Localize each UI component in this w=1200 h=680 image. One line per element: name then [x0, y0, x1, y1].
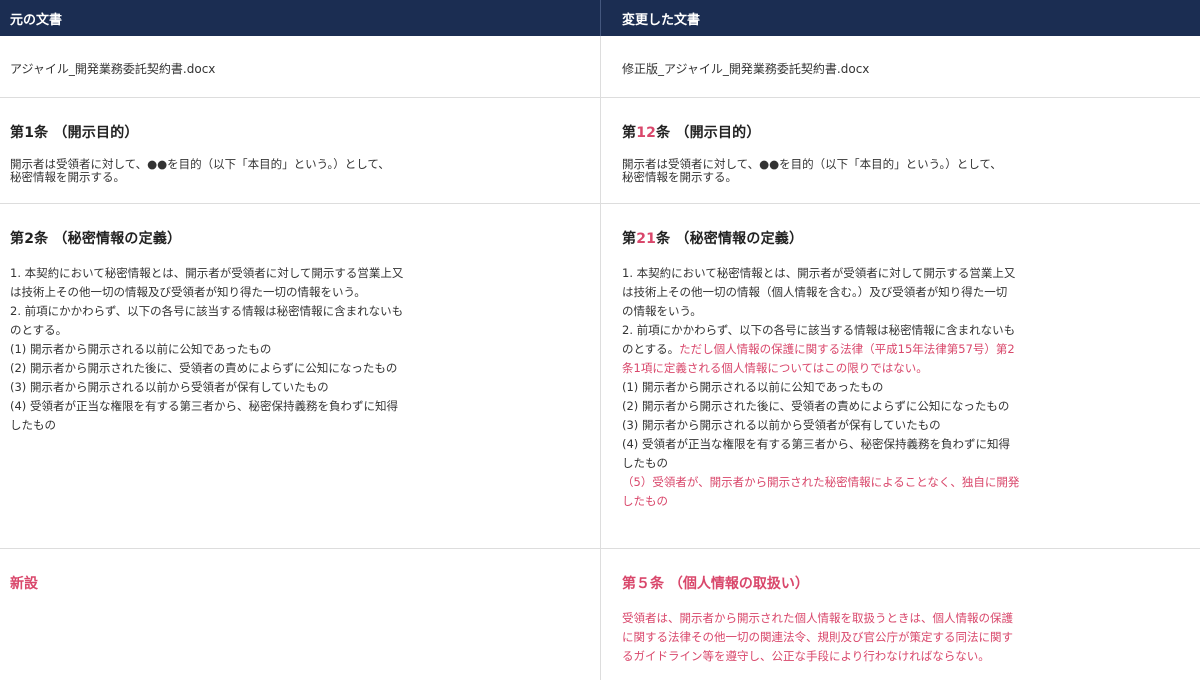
article2-line: のとする。: [10, 323, 68, 337]
article1-line: 秘密情報を開示する。: [622, 170, 737, 184]
article2-row: 第2条 （秘密情報の定義） 1. 本契約において秘密情報とは、開示者が受領者に対…: [0, 204, 1200, 549]
article2-line: (2) 開示者から開示された後に、受領者の責めによらずに公知になったもの: [10, 361, 398, 375]
article2-line: (3) 開示者から開示される以前から受領者が保有していたもの: [622, 418, 941, 432]
inserted-line: したもの: [622, 494, 668, 508]
new-clause-label: 新設: [10, 576, 38, 592]
modified-filename[interactable]: 修正版_アジャイル_開発業務委託契約書.docx: [622, 36, 1070, 77]
comparison-view: 元の文書 変更した文書 アジャイル_開発業務委託契約書.docx 修正版_アジャ…: [0, 0, 1200, 680]
modified-article5-body: 受領者は、開示者から開示された個人情報を取扱うときは、個人情報の保護 に関する法…: [622, 609, 1070, 666]
modified-article2-body: 1. 本契約において秘密情報とは、開示者が受領者に対して開示する営業上又 は技術…: [622, 264, 1070, 511]
article2-line: (1) 開示者から開示される以前に公知であったもの: [622, 380, 884, 394]
modified-article2-title: 第21条 （秘密情報の定義）: [622, 204, 1070, 248]
article2-line: (4) 受領者が正当な権限を有する第三者から、秘密保持義務を負わずに知得: [622, 437, 1010, 451]
modified-column-header: 変更した文書: [600, 0, 1200, 36]
article2-line: 2. 前項にかかわらず、以下の各号に該当する情報は秘密情報に含まれないも: [10, 304, 404, 318]
article5-line: 受領者は、開示者から開示された個人情報を取扱うときは、個人情報の保護: [622, 611, 1013, 625]
plain-text: のとする。: [622, 342, 680, 356]
article2-line: 1. 本契約において秘密情報とは、開示者が受領者に対して開示する営業上又: [10, 266, 404, 280]
modified-article1-title: 第12条 （開示目的）: [622, 98, 1070, 142]
article5-row: 新設 第５条 （個人情報の取扱い） 受領者は、開示者から開示された個人情報を取扱…: [0, 549, 1200, 680]
article5-line: るガイドライン等を遵守し、公正な手段により行わなければならない。: [622, 649, 990, 663]
title-prefix: 第: [622, 125, 637, 141]
title-prefix: 第: [622, 231, 637, 247]
article2-line: 2. 前項にかかわらず、以下の各号に該当する情報は秘密情報に含まれないも: [622, 323, 1016, 337]
title-num-plain: 1: [636, 125, 647, 141]
article2-line: (2) 開示者から開示された後に、受領者の責めによらずに公知になったもの: [622, 399, 1010, 413]
original-filename[interactable]: アジャイル_開発業務委託契約書.docx: [10, 36, 440, 77]
title-suffix: 条 （秘密情報の定義）: [656, 231, 804, 247]
title-num-changed: 2: [636, 231, 647, 247]
article2-line: したもの: [622, 456, 668, 470]
article2-line: は技術上その他一切の情報及び受領者が知り得た一切の情報をいう。: [10, 285, 366, 299]
original-article2-body: 1. 本契約において秘密情報とは、開示者が受領者に対して開示する営業上又 は技術…: [10, 264, 440, 435]
modified-article5-title: 第５条 （個人情報の取扱い）: [622, 576, 809, 592]
title-num-changed: 2: [646, 125, 657, 141]
article2-line-mixed: のとする。ただし個人情報の保護に関する法律（平成15年法律第57号）第2: [622, 340, 1070, 359]
article5-line: に関する法律その他一切の関連法令、規則及び官公庁が策定する同法に関す: [622, 630, 1013, 644]
article2-line: (3) 開示者から開示される以前から受領者が保有していたもの: [10, 380, 329, 394]
inserted-text: ただし個人情報の保護に関する法律（平成15年法律第57号）第2: [679, 342, 1015, 356]
article2-line: したもの: [10, 418, 56, 432]
article2-line: の情報をいう。: [622, 304, 702, 318]
article2-line: 1. 本契約において秘密情報とは、開示者が受領者に対して開示する営業上又: [622, 266, 1016, 280]
inserted-line: （5）受領者が、開示者から開示された秘密情報によることなく、独自に開発: [622, 475, 1020, 489]
original-article1-title: 第1条 （開示目的）: [10, 125, 139, 141]
article2-line: (1) 開示者から開示される以前に公知であったもの: [10, 342, 272, 356]
article2-line: は技術上その他一切の情報（個人情報を含む。）及び受領者が知り得た一切: [622, 285, 1008, 299]
inserted-line: 条1項に定義される個人情報についてはこの限りではない。: [622, 361, 928, 375]
article1-line: 秘密情報を開示する。: [10, 170, 125, 184]
title-suffix: 条 （開示目的）: [656, 125, 761, 141]
filename-row: アジャイル_開発業務委託契約書.docx 修正版_アジャイル_開発業務委託契約書…: [0, 36, 1200, 98]
original-article1-body: 開示者は受領者に対して、●●を目的（以下「本目的」という。）として、 秘密情報を…: [10, 158, 440, 184]
modified-article1-body: 開示者は受領者に対して、●●を目的（以下「本目的」という。）として、 秘密情報を…: [622, 158, 1070, 184]
original-article2-title: 第2条 （秘密情報の定義）: [10, 231, 182, 247]
article2-line: (4) 受領者が正当な権限を有する第三者から、秘密保持義務を負わずに知得: [10, 399, 398, 413]
title-num-plain: 1: [646, 231, 657, 247]
comparison-header: 元の文書 変更した文書: [0, 0, 1200, 36]
original-column-header: 元の文書: [10, 12, 63, 28]
article1-row: 第1条 （開示目的） 開示者は受領者に対して、●●を目的（以下「本目的」という。…: [0, 98, 1200, 204]
